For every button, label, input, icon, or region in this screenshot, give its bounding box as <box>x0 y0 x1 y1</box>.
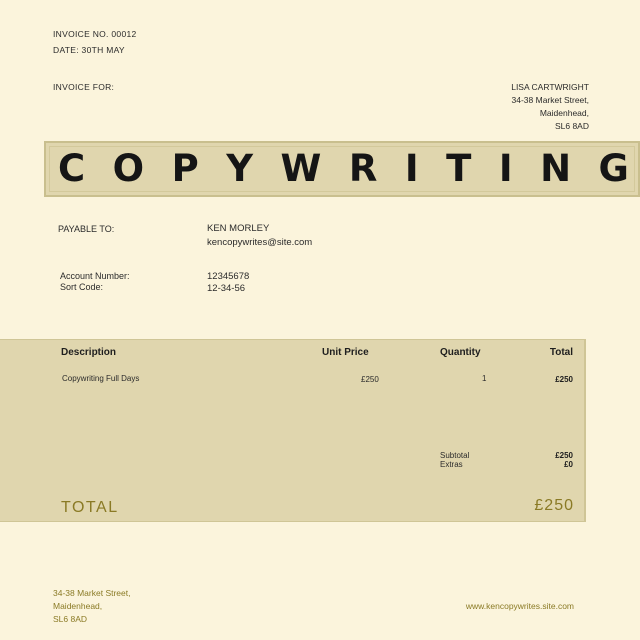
account-number-label: Account Number: <box>60 271 130 281</box>
footer-address: 34-38 Market Street, Maidenhead, SL6 8AD <box>53 587 130 626</box>
account-number-value: 12345678 <box>207 271 250 282</box>
header-total: Total <box>549 347 573 358</box>
invoice-for-label: INVOICE FOR: <box>53 82 115 92</box>
total-label: TOTAL <box>61 499 119 516</box>
client-street: 34-38 Market Street, <box>511 95 589 105</box>
footer-town: Maidenhead, <box>53 601 103 611</box>
extras-label: Extras <box>440 460 463 469</box>
row-description: Copywriting Full Days <box>62 374 140 383</box>
total-value: £250 <box>534 497 574 514</box>
sort-code-label: Sort Code: <box>60 282 104 292</box>
subtotal-label: Subtotal <box>440 451 470 460</box>
row-total: £250 <box>555 375 573 384</box>
footer-postcode: SL6 8AD <box>53 614 88 624</box>
line-items-table: Description Unit Price Quantity Total Co… <box>0 339 586 522</box>
client-postcode: SL6 8AD <box>554 121 589 131</box>
header-quantity: Quantity <box>440 347 481 358</box>
payee-email: kencopywrites@site.com <box>207 237 313 248</box>
client-town: Maidenhead, <box>539 108 589 118</box>
invoice-date: DATE: 30TH MAY <box>53 45 125 55</box>
invoice-number: INVOICE NO. 00012 <box>53 29 137 39</box>
client-name: LISA CARTWRIGHT <box>511 82 589 92</box>
banner-title: COPYWRITING <box>58 147 640 190</box>
row-unit-price: £250 <box>361 375 379 384</box>
title-banner: COPYWRITING <box>44 141 640 197</box>
header-description: Description <box>61 347 117 358</box>
sort-code-value: 12-34-56 <box>207 283 246 294</box>
bill-to-address: LISA CARTWRIGHT 34-38 Market Street, Mai… <box>511 81 589 133</box>
payee-name: KEN MORLEY <box>207 223 270 234</box>
subtotal-value: £250 <box>555 451 573 460</box>
row-quantity: 1 <box>482 374 487 383</box>
header-unit-price: Unit Price <box>322 347 369 358</box>
payable-to-label: PAYABLE TO: <box>58 224 115 234</box>
footer-website[interactable]: www.kencopywrites.site.com <box>466 600 574 613</box>
footer-street: 34-38 Market Street, <box>53 588 131 598</box>
extras-value: £0 <box>564 460 573 469</box>
